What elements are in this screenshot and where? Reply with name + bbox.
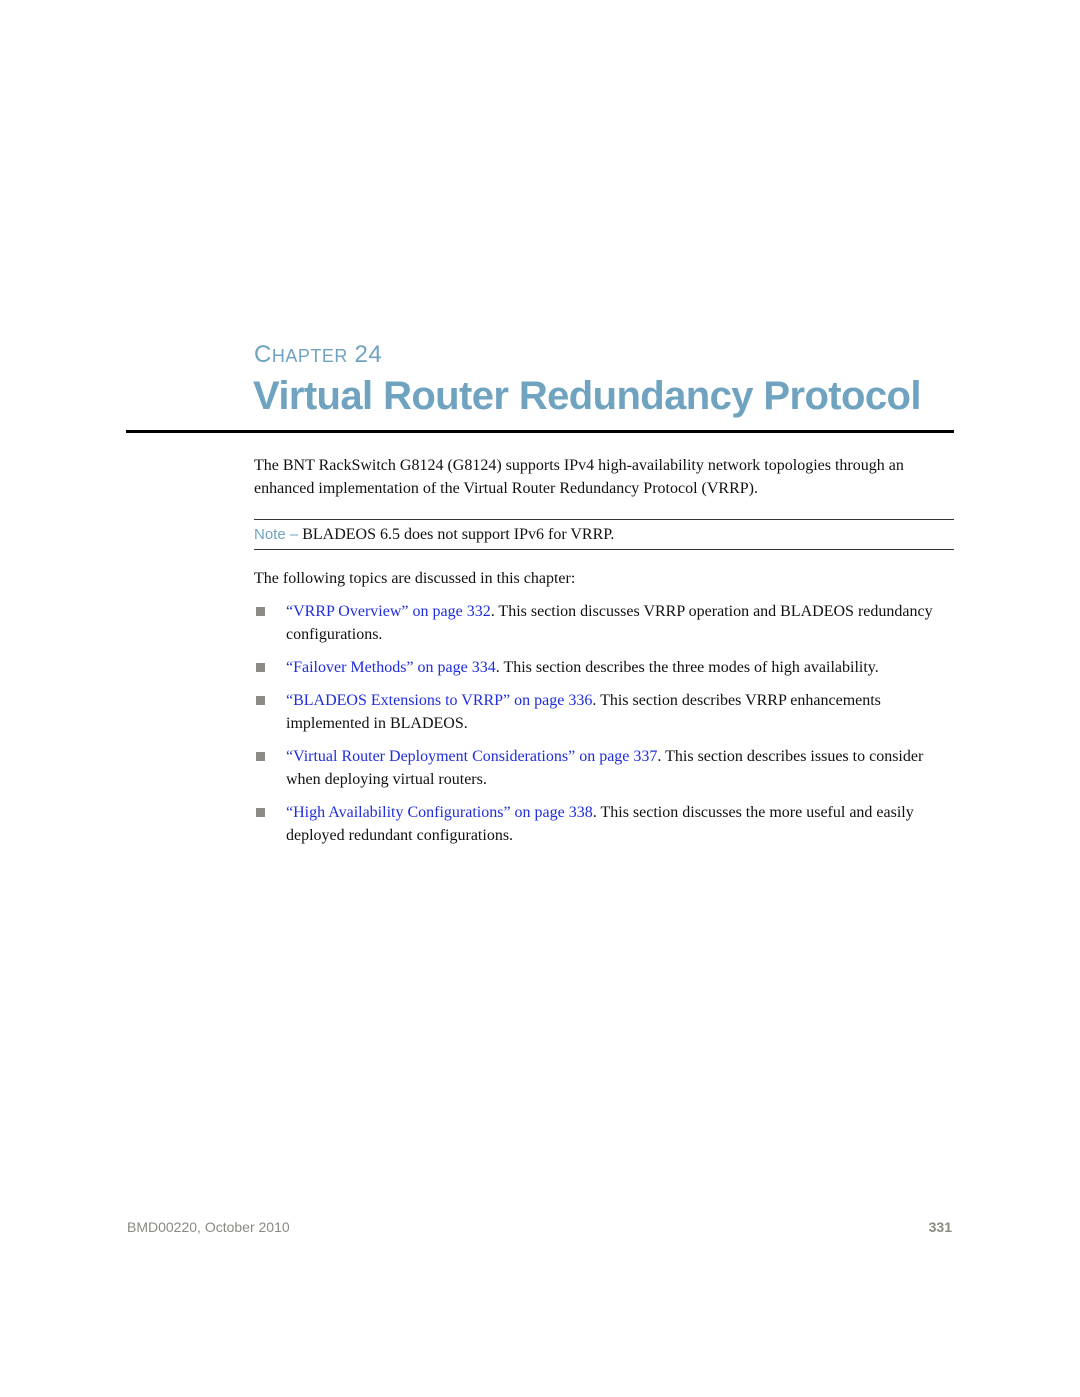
chapter-label: CHAPTER 24 <box>254 342 382 369</box>
chapter-title: Virtual Router Redundancy Protocol <box>253 374 921 418</box>
intro-paragraph: The BNT RackSwitch G8124 (G8124) support… <box>254 457 904 497</box>
topic-link-bladeos-extensions[interactable]: “BLADEOS Extensions to VRRP” on page 336 <box>286 692 592 709</box>
square-bullet-icon <box>256 607 265 616</box>
note-label: Note – <box>254 526 299 543</box>
footer-document-id: BMD00220, October 2010 <box>127 1219 290 1235</box>
square-bullet-icon <box>256 663 265 672</box>
chapter-number: 24 <box>354 341 383 368</box>
square-bullet-icon <box>256 808 265 817</box>
topics-intro: The following topics are discussed in th… <box>254 570 576 587</box>
topic-link-failover-methods[interactable]: “Failover Methods” on page 334 <box>286 659 496 676</box>
chapter-label-initial: C <box>254 341 272 368</box>
title-rule <box>126 430 954 433</box>
topic-item: “BLADEOS Extensions to VRRP” on page 336… <box>254 689 954 735</box>
square-bullet-icon <box>256 696 265 705</box>
topic-item: “VRRP Overview” on page 332. This sectio… <box>254 600 954 646</box>
footer-page-number: 331 <box>928 1219 952 1235</box>
topic-item: “Failover Methods” on page 334. This sec… <box>254 656 954 679</box>
topic-link-high-availability-configurations[interactable]: “High Availability Configurations” on pa… <box>286 804 593 821</box>
topic-link-deployment-considerations[interactable]: “Virtual Router Deployment Consideration… <box>286 748 657 765</box>
topic-link-vrrp-overview[interactable]: “VRRP Overview” on page 332 <box>286 603 491 620</box>
chapter-label-rest: HAPTER <box>271 346 348 366</box>
note-content: Note – BLADEOS 6.5 does not support IPv6… <box>254 524 614 546</box>
topic-item: “High Availability Configurations” on pa… <box>254 801 954 847</box>
note-text: BLADEOS 6.5 does not support IPv6 for VR… <box>298 526 615 543</box>
square-bullet-icon <box>256 752 265 761</box>
topic-item: “Virtual Router Deployment Consideration… <box>254 745 954 791</box>
note-box: Note – BLADEOS 6.5 does not support IPv6… <box>254 519 954 550</box>
topic-list: “VRRP Overview” on page 332 . This sectio… <box>254 600 954 857</box>
topic-description: . This section describes the three modes… <box>495 659 879 676</box>
